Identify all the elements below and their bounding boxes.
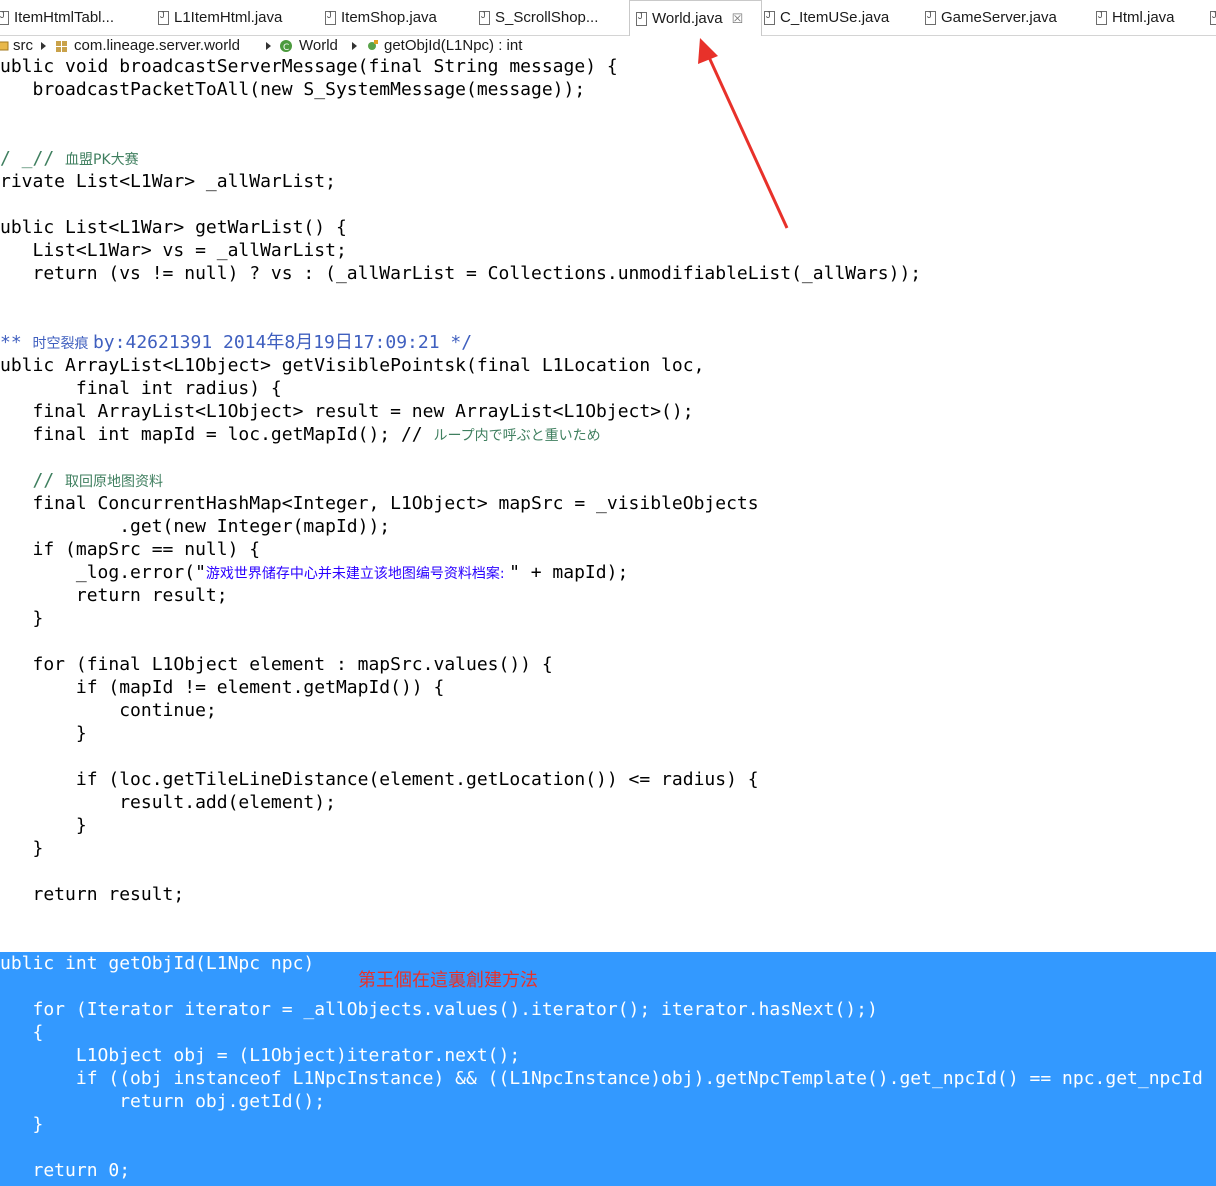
breadcrumb-package[interactable]: com.lineage.server.world [54,37,240,54]
source-folder-icon [0,41,9,50]
code-line-selected: ublic int getObjId(L1Npc npc) [0,953,315,974]
code-line-selected: return obj.getId(); [0,1091,326,1112]
code-line: .get(new Integer(mapId)); [0,516,391,537]
code-line-selected: } [0,1114,44,1135]
close-tab-icon[interactable]: ☒ [732,11,744,27]
annotation-text: 第王個在這裏創建方法 [358,970,538,991]
code-line-selected: for (Iterator iterator = _allObjects.val… [0,999,878,1020]
java-file-icon [925,10,936,25]
code-line: rivate List<L1War> _allWarList; [0,171,336,192]
code-line: final ArrayList<L1Object> result = new A… [0,401,694,422]
tab-label: ItemShop.java [341,9,437,26]
code-line: } [0,838,44,859]
package-icon [56,40,67,52]
tab-label: S_ScrollShop... [495,9,599,26]
code-line: result.add(element); [0,792,336,813]
code-line: List<L1War> vs = _allWarList; [0,240,347,261]
java-file-icon [0,10,9,25]
chevron-right-icon [41,42,46,50]
code-line: if (loc.getTileLineDistance(element.getL… [0,769,759,790]
code-line: final int radius) { [0,378,282,399]
tab-itemhtmltable[interactable]: ItemHtmlTabl... [0,0,146,35]
code-line: return result; [0,884,185,905]
method-icon [368,39,378,50]
code-line-selected: { [0,1022,44,1043]
tab-world[interactable]: World.java ☒ [629,0,762,36]
code-line: ublic void broadcastServerMessage(final … [0,58,618,77]
tab-label: ItemHtmlTabl... [14,9,115,26]
tab-gameserver[interactable]: GameServer.java [925,0,1075,35]
code-line: _log.error("游戏世界储存中心并未建立该地图编号资料档案: " + m… [0,562,629,583]
code-line: final ConcurrentHashMap<Integer, L1Objec… [0,493,759,514]
code-line-selected: if ((obj instanceof L1NpcInstance) && ((… [0,1068,1203,1089]
editor-tab-bar: ItemHtmlTabl... L1ItemHtml.java ItemShop… [0,0,1216,36]
code-line: return result; [0,585,228,606]
code-line: ublic List<L1War> getWarList() { [0,217,347,238]
breadcrumb: src com.lineage.server.world C World get… [0,36,1216,58]
java-file-icon [764,10,775,25]
code-line: if (mapId != element.getMapId()) { [0,677,445,698]
java-file-icon [325,10,336,25]
code-line: continue; [0,700,217,721]
code-line: if (mapSrc == null) { [0,539,261,560]
tab-label: C_ItemUSe.java [780,9,890,26]
code-line-selected: return 0; [0,1160,131,1181]
code-line-selected: L1Object obj = (L1Object)iterator.next()… [0,1045,521,1066]
breadcrumb-src[interactable]: src [0,37,33,54]
code-line: return (vs != null) ? vs : (_allWarList … [0,263,922,284]
code-line: } [0,815,87,836]
code-line: final int mapId = loc.getMapId(); // ループ… [0,424,601,445]
java-file-icon [1210,10,1216,25]
code-editor[interactable]: ublic void broadcastServerMessage(final … [0,58,1216,1186]
code-line: } [0,608,44,629]
breadcrumb-method[interactable]: getObjId(L1Npc) : int [366,37,522,54]
tab-html[interactable]: Html.java [1096,0,1196,35]
svg-text:C: C [283,43,289,53]
java-file-icon [1096,10,1107,25]
tab-l1itemhtml[interactable]: L1ItemHtml.java [158,0,308,35]
tab-label: L1ItemHtml.java [174,9,283,26]
chevron-right-icon [266,42,271,50]
code-line: for (final L1Object element : mapSrc.val… [0,654,553,675]
tab-label: Html.java [1112,9,1175,26]
tab-overflow[interactable] [1210,0,1216,35]
tab-s-scrollshop[interactable]: S_ScrollShop... [479,0,619,35]
chevron-right-icon [352,42,357,50]
tab-itemshop[interactable]: ItemShop.java [325,0,460,35]
java-file-icon [479,10,490,25]
tab-label: World.java [652,10,723,27]
java-file-icon [636,11,647,26]
code-line: // 取回原地图资料 [0,470,164,491]
code-line: } [0,723,87,744]
code-line: / _// 血盟PK大赛 [0,148,139,169]
breadcrumb-class[interactable]: C World [279,37,338,54]
code-line: ** 时空裂痕 by:42621391 2014年8月19日17:09:21 *… [0,332,473,353]
tab-c-itemuse[interactable]: C_ItemUSe.java [764,0,904,35]
code-line: ublic ArrayList<L1Object> getVisiblePoin… [0,355,705,376]
class-icon: C [280,39,292,53]
java-file-icon [158,10,169,25]
tab-label: GameServer.java [941,9,1057,26]
code-line: broadcastPacketToAll(new S_SystemMessage… [0,79,586,100]
